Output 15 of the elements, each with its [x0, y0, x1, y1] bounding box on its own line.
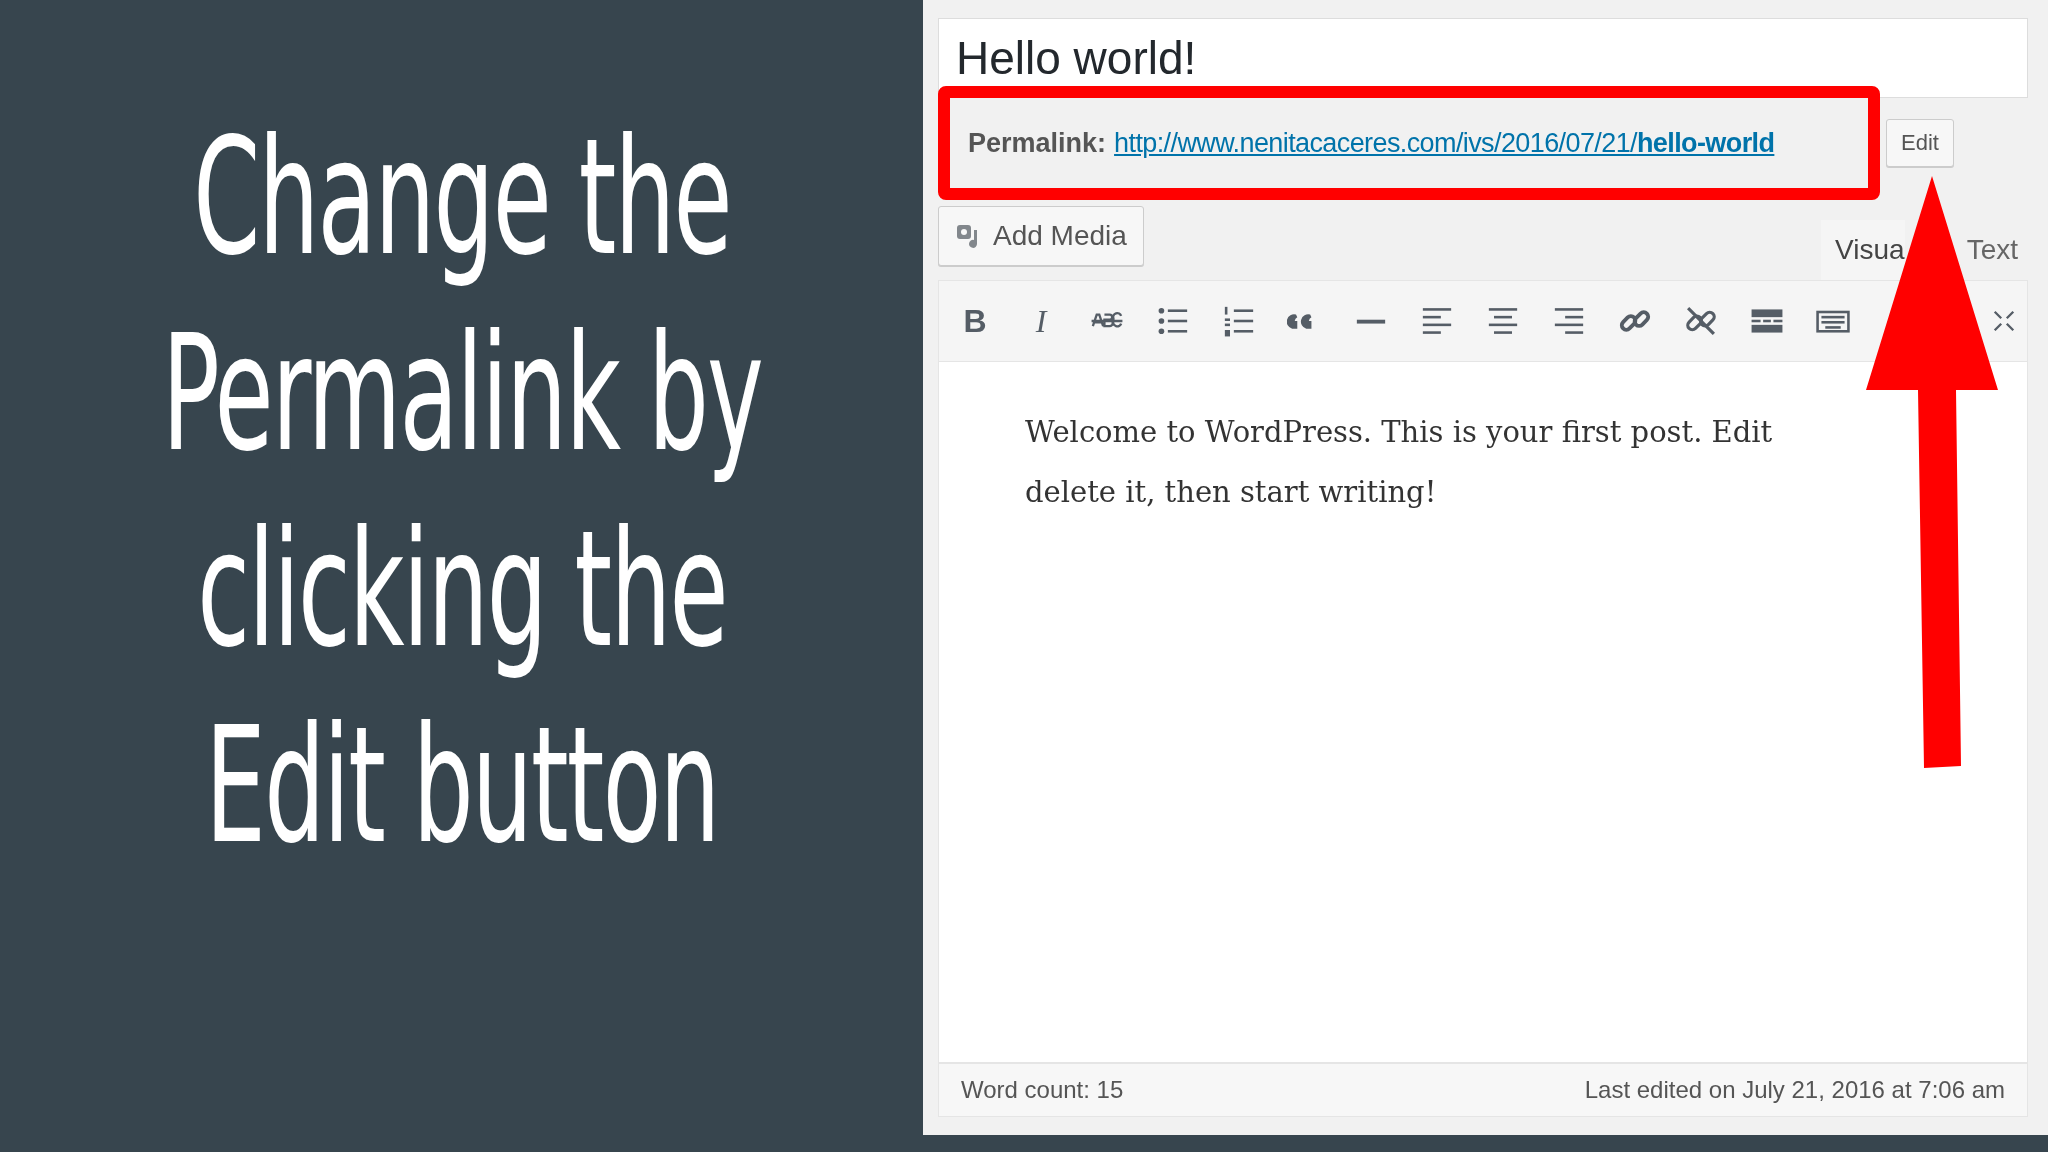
permalink-label: Permalink: — [968, 127, 1107, 159]
fullscreen-icon[interactable] — [1991, 308, 2017, 334]
editor-tab[interactable]: Visua — [1821, 220, 1905, 280]
add-media-button[interactable]: Add Media — [938, 206, 1144, 266]
headline: Change the Permalink by clicking the Edit button — [160, 103, 763, 881]
editor-area[interactable]: Welcome to WordPress. This is your first post. Edit delete it, then start writing! — [938, 362, 2028, 1063]
word-count: Word count: 15 — [961, 1076, 1124, 1104]
editor-tab[interactable]: Text — [1966, 220, 2018, 280]
post-text-line: Welcome to WordPress. This is your first post. Edit — [1025, 414, 1774, 451]
last-edited: Last edited on July 21, 2016 at 7:06 am — [1584, 1076, 2005, 1104]
permalink-link[interactable]: http://www.nenitacaceres.com/ivs/2016/07/21/hello-world — [1114, 127, 1775, 159]
post-text-line: delete it, then start writing! — [1025, 474, 1438, 511]
italic-button[interactable]: I — [1023, 302, 1059, 340]
edit-button[interactable]: Edit — [1886, 119, 1954, 167]
bold-button[interactable]: B — [957, 302, 993, 340]
